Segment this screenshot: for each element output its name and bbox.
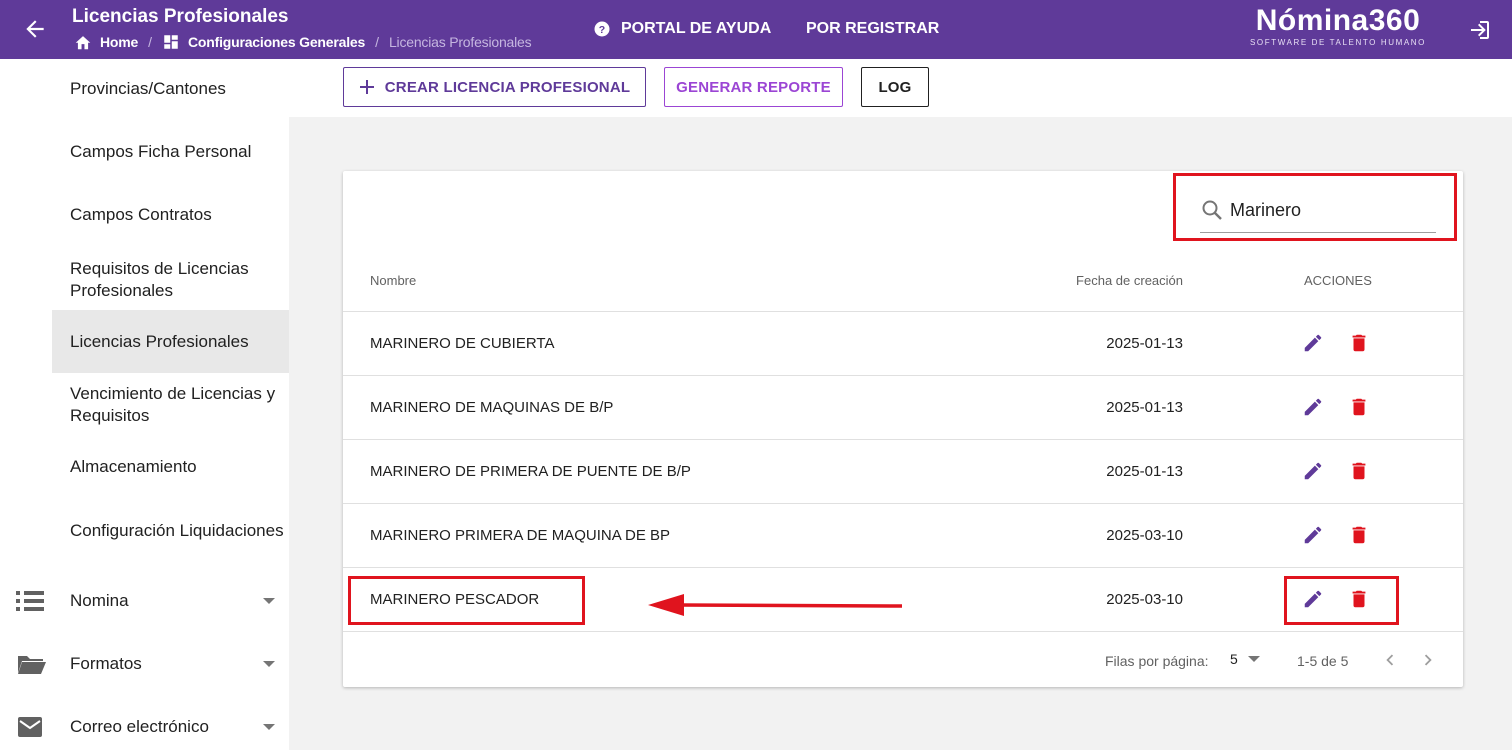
sidebar-item-almacenamiento[interactable]: Almacenamiento [52,445,289,489]
cell-creation-date: 2025-03-10 [1106,527,1183,544]
logout-icon[interactable] [1468,18,1492,42]
search-field [1200,187,1436,233]
rows-per-page-label: Filas por página: [1105,653,1209,669]
edit-icon[interactable] [1302,460,1324,482]
sidebar-item-provincias[interactable]: Provincias/Cantones [52,67,289,111]
log-button[interactable]: LOG [861,67,929,107]
sidebar: Provincias/Cantones Campos Ficha Persona… [0,59,289,750]
cell-creation-date: 2025-03-10 [1106,591,1183,608]
mail-icon [18,717,42,737]
edit-icon[interactable] [1302,396,1324,418]
rows-per-page-value: 5 [1230,651,1238,667]
delete-icon[interactable] [1348,524,1370,546]
edit-icon[interactable] [1302,524,1324,546]
pending-register-link[interactable]: POR REGISTRAR [806,20,939,38]
sidebar-item-campos-ficha[interactable]: Campos Ficha Personal [52,129,289,175]
column-header-date[interactable]: Fecha de creación [1076,273,1183,288]
plus-icon [359,80,374,94]
chevron-right-icon[interactable] [1417,649,1439,671]
dashboard-icon [164,35,178,49]
log-label: LOG [878,78,912,96]
annotation-arrow-icon [648,594,903,616]
edit-icon[interactable] [1302,588,1324,610]
delete-icon[interactable] [1348,332,1370,354]
sidebar-group-correo[interactable]: Correo electrónico [0,702,289,750]
delete-icon[interactable] [1348,396,1370,418]
folder-icon [18,656,46,674]
breadcrumb-current: Licencias Profesionales [388,34,532,50]
rows-per-page-select[interactable]: 5 [1230,651,1260,667]
logo-main-text: Nómina360 [1255,4,1421,37]
column-header-name[interactable]: Nombre [370,273,416,288]
breadcrumb: Home / Configuraciones Generales / Licen… [74,33,532,51]
sidebar-item-licencias-profesionales[interactable]: Licencias Profesionales [52,310,289,373]
chevron-down-icon [263,724,275,730]
cell-license-name: MARINERO DE MAQUINAS DE B/P [370,399,614,416]
cell-creation-date: 2025-01-13 [1106,399,1183,416]
create-license-label: CREAR LICENCIA PROFESIONAL [384,78,631,96]
sidebar-group-formatos-label: Formatos [70,654,142,673]
breadcrumb-config-label: Configuraciones Generales [188,34,366,50]
table-row[interactable]: MARINERO PRIMERA DE MAQUINA DE BP 2025-03… [343,503,1463,567]
sidebar-item-configuracion-liquidaciones[interactable]: Configuración Liquidaciones [52,506,289,556]
action-toolbar: CREAR LICENCIA PROFESIONAL GENERAR REPOR… [289,59,1512,117]
page-title: Licencias Profesionales [72,6,289,27]
sidebar-item-requisitos-licencias[interactable]: Requisitos de Licencias Profesionales [52,255,289,305]
search-icon [1202,200,1222,220]
cell-license-name: MARINERO PRIMERA DE MAQUINA DE BP [370,527,671,544]
back-arrow-icon[interactable] [22,16,48,42]
breadcrumb-separator: / [375,34,379,50]
table-row[interactable]: MARINERO DE CUBIERTA 2025-01-13 [343,311,1463,375]
sidebar-group-nomina[interactable]: Nomina [0,576,289,626]
help-portal-link[interactable]: ? PORTAL DE AYUDA [593,20,771,38]
breadcrumb-separator: / [148,34,152,50]
pagination-range: 1-5 de 5 [1297,653,1349,669]
create-license-button[interactable]: CREAR LICENCIA PROFESIONAL [343,67,646,107]
table-row[interactable]: MARINERO DE PRIMERA DE PUENTE DE B/P 2025… [343,439,1463,503]
delete-icon[interactable] [1348,460,1370,482]
sidebar-group-correo-label: Correo electrónico [70,717,209,736]
chevron-down-icon [263,661,275,667]
table-row[interactable]: MARINERO DE MAQUINAS DE B/P 2025-01-13 [343,375,1463,439]
column-header-actions: ACCIONES [1304,273,1372,288]
sidebar-group-nomina-label: Nomina [70,591,129,610]
sidebar-item-vencimiento[interactable]: Vencimiento de Licencias y Requisitos [52,380,289,430]
cell-creation-date: 2025-01-13 [1106,335,1183,352]
chevron-left-icon[interactable] [1379,649,1401,671]
list-icon [16,591,44,611]
breadcrumb-home[interactable]: Home [74,34,138,50]
logo-sub-text: SOFTWARE DE TALENTO HUMANO [1250,38,1426,47]
chevron-down-icon [263,598,275,604]
search-input[interactable] [1230,197,1430,223]
cell-license-name: MARINERO DE PRIMERA DE PUENTE DE B/P [370,463,691,480]
chevron-down-icon [1247,656,1260,662]
brand-logo: Nómina360 SOFTWARE DE TALENTO HUMANO [1236,4,1440,50]
generate-report-button[interactable]: GENERAR REPORTE [664,67,843,107]
sidebar-item-campos-contratos[interactable]: Campos Contratos [52,192,289,238]
cell-license-name: MARINERO DE CUBIERTA [370,335,555,352]
delete-icon[interactable] [1348,588,1370,610]
help-portal-label: PORTAL DE AYUDA [621,20,772,37]
generate-report-label: GENERAR REPORTE [676,78,831,96]
edit-icon[interactable] [1302,332,1324,354]
breadcrumb-home-label: Home [100,34,139,50]
pending-register-label: POR REGISTRAR [806,20,940,37]
cell-license-name: MARINERO PESCADOR [370,591,540,608]
top-app-bar: Licencias Profesionales Home / Configura… [0,0,1512,59]
sidebar-group-formatos[interactable]: Formatos [0,639,289,689]
breadcrumb-config[interactable]: Configuraciones Generales [162,33,365,51]
table-pagination: Filas por página: 5 1-5 de 5 [343,631,1463,687]
svg-text:?: ? [599,24,605,36]
cell-creation-date: 2025-01-13 [1106,463,1183,480]
home-icon [75,36,91,50]
help-icon: ? [594,21,610,37]
main-content: CREAR LICENCIA PROFESIONAL GENERAR REPOR… [289,59,1512,750]
